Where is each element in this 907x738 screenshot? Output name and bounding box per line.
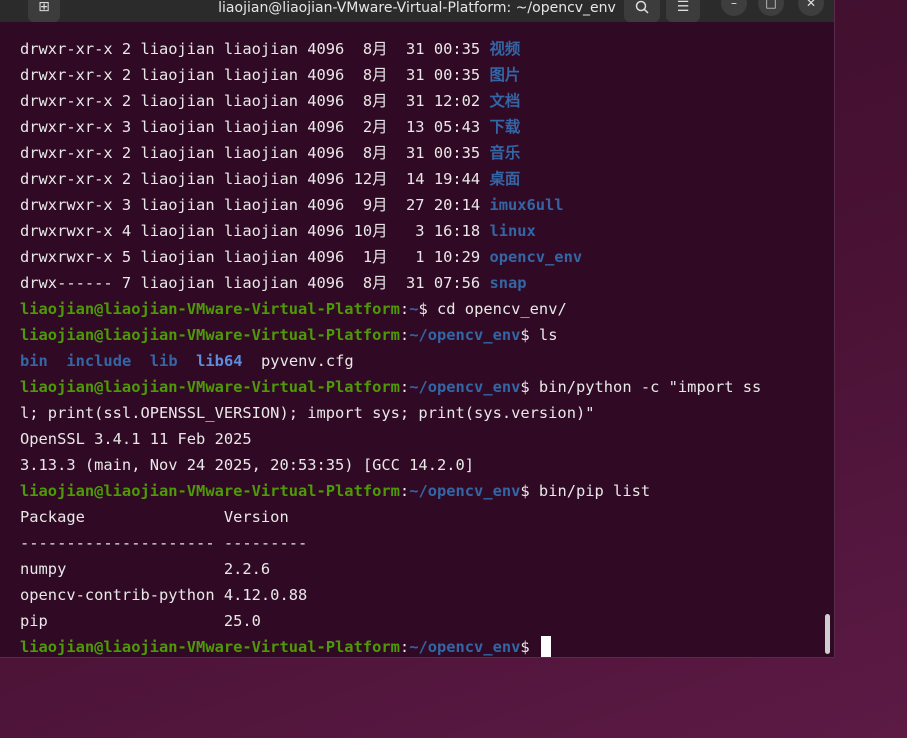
prompt-line: liaojian@liaojian-VMware-Virtual-Platfor… [20, 300, 567, 318]
prompt-user: liaojian@liaojian-VMware-Virtual-Platfor… [20, 378, 400, 396]
listing-row: drwxr-xr-x 2 liaojian liaojian 4096 12月 … [20, 166, 824, 192]
ls-output: bin include lib lib64 pyvenv.cfg [20, 348, 824, 374]
title-bar: ⊞ liaojian@liaojian-VMware-Virtual-Platf… [0, 0, 834, 22]
listing-dir-name: imux6ull [489, 196, 564, 214]
command-text: $ [520, 638, 539, 656]
pip-table-row: numpy 2.2.6 [20, 560, 271, 578]
listing-perm: drwxr-xr-x 2 liaojian liaojian 4096 8月 3… [20, 66, 490, 84]
minimize-icon: – [731, 0, 737, 10]
listing-perm: drwxr-xr-x 2 liaojian liaojian 4096 8月 3… [20, 144, 490, 162]
listing-perm: drwxrwxr-x 4 liaojian liaojian 4096 10月 … [20, 222, 490, 240]
pip-table-row: pip 25.0 [20, 612, 261, 630]
search-icon [635, 0, 649, 14]
window-title: liaojian@liaojian-VMware-Virtual-Platfor… [218, 0, 616, 16]
listing-dir-name: 视频 [489, 40, 521, 58]
output-line: 3.13.3 (main, Nov 24 2025, 20:53:35) [GC… [20, 456, 475, 474]
command-text: $ cd opencv_env/ [418, 300, 567, 318]
listing-perm: drwxr-xr-x 2 liaojian liaojian 4096 8月 3… [20, 40, 490, 58]
listing-row: drwxr-xr-x 2 liaojian liaojian 4096 8月 3… [20, 88, 824, 114]
listing-perm: drwx------ 7 liaojian liaojian 4096 8月 3… [20, 274, 490, 292]
listing-row: drwxr-xr-x 3 liaojian liaojian 4096 2月 1… [20, 114, 824, 140]
listing-row: drwx------ 7 liaojian liaojian 4096 8月 3… [20, 270, 824, 296]
prompt-user: liaojian@liaojian-VMware-Virtual-Platfor… [20, 326, 400, 344]
command-wrap-line: l; print(ssl.OPENSSL_VERSION); import sy… [20, 404, 595, 422]
hamburger-menu-icon: ☰ [676, 0, 690, 15]
listing-row: drwxrwxr-x 3 liaojian liaojian 4096 9月 2… [20, 192, 824, 218]
scrollbar[interactable] [825, 614, 830, 654]
listing-perm: drwxr-xr-x 2 liaojian liaojian 4096 8月 3… [20, 92, 490, 110]
command-text: $ bin/python -c "import ss [520, 378, 762, 396]
prompt-user: liaojian@liaojian-VMware-Virtual-Platfor… [20, 300, 400, 318]
prompt-user: liaojian@liaojian-VMware-Virtual-Platfor… [20, 482, 400, 500]
listing-row: drwxr-xr-x 2 liaojian liaojian 4096 8月 3… [20, 140, 824, 166]
listing-dir-name: 桌面 [489, 170, 521, 188]
prompt-line: liaojian@liaojian-VMware-Virtual-Platfor… [20, 634, 824, 657]
listing-perm: drwxrwxr-x 5 liaojian liaojian 4096 1月 1… [20, 248, 490, 266]
listing-row: drwxr-xr-x 2 liaojian liaojian 4096 8月 3… [20, 36, 824, 62]
menu-button[interactable]: ☰ [666, 0, 700, 22]
listing-row: drwxrwxr-x 5 liaojian liaojian 4096 1月 1… [20, 244, 824, 270]
listing-perm: drwxrwxr-x 3 liaojian liaojian 4096 9月 2… [20, 196, 490, 214]
text-cursor [540, 635, 551, 657]
prompt-path: ~/opencv_env [409, 638, 521, 656]
prompt-path: ~/opencv_env [409, 378, 521, 396]
listing-row: drwxrwxr-x 4 liaojian liaojian 4096 10月 … [20, 218, 824, 244]
listing-row: drwxr-xr-x 2 liaojian liaojian 4096 8月 3… [20, 62, 824, 88]
pip-table-header: Package Version [20, 508, 289, 526]
terminal-window: ⊞ liaojian@liaojian-VMware-Virtual-Platf… [0, 0, 835, 658]
ls-item-lib: lib [149, 352, 178, 370]
listing-dir-name: 音乐 [489, 144, 521, 162]
listing-dir-name: 下载 [489, 118, 521, 136]
maximize-icon: □ [765, 0, 777, 10]
close-icon: ✕ [805, 0, 817, 10]
prompt-path: ~/opencv_env [409, 326, 521, 344]
prompt-line: liaojian@liaojian-VMware-Virtual-Platfor… [20, 482, 651, 500]
prompt-user: liaojian@liaojian-VMware-Virtual-Platfor… [20, 638, 400, 656]
listing-perm: drwxr-xr-x 3 liaojian liaojian 4096 2月 1… [20, 118, 490, 136]
listing-dir-name: 图片 [489, 66, 521, 84]
prompt-path: ~/opencv_env [409, 482, 521, 500]
output-line: OpenSSL 3.4.1 11 Feb 2025 [20, 430, 252, 448]
terminal-output[interactable]: drwxr-xr-x 2 liaojian liaojian 4096 8月 3… [20, 36, 824, 657]
pip-table-row: opencv-contrib-python 4.12.0.88 [20, 586, 308, 604]
prompt-line: liaojian@liaojian-VMware-Virtual-Platfor… [20, 378, 762, 396]
command-text: $ bin/pip list [520, 482, 651, 500]
search-button[interactable] [624, 0, 660, 22]
listing-perm: drwxr-xr-x 2 liaojian liaojian 4096 12月 … [20, 170, 490, 188]
command-text: $ ls [520, 326, 558, 344]
pip-table-rule: --------------------- --------- [20, 534, 308, 552]
ls-item-include: include [66, 352, 132, 370]
listing-dir-name: opencv_env [489, 248, 583, 266]
listing-dir-name: 文档 [489, 92, 521, 110]
ls-item-pyvenv: pyvenv.cfg [261, 352, 354, 370]
ls-item-bin: bin [20, 352, 48, 370]
ls-item-lib64: lib64 [196, 352, 243, 370]
listing-dir-name: snap [489, 274, 527, 292]
prompt-line: liaojian@liaojian-VMware-Virtual-Platfor… [20, 326, 558, 344]
listing-dir-name: linux [489, 222, 536, 240]
